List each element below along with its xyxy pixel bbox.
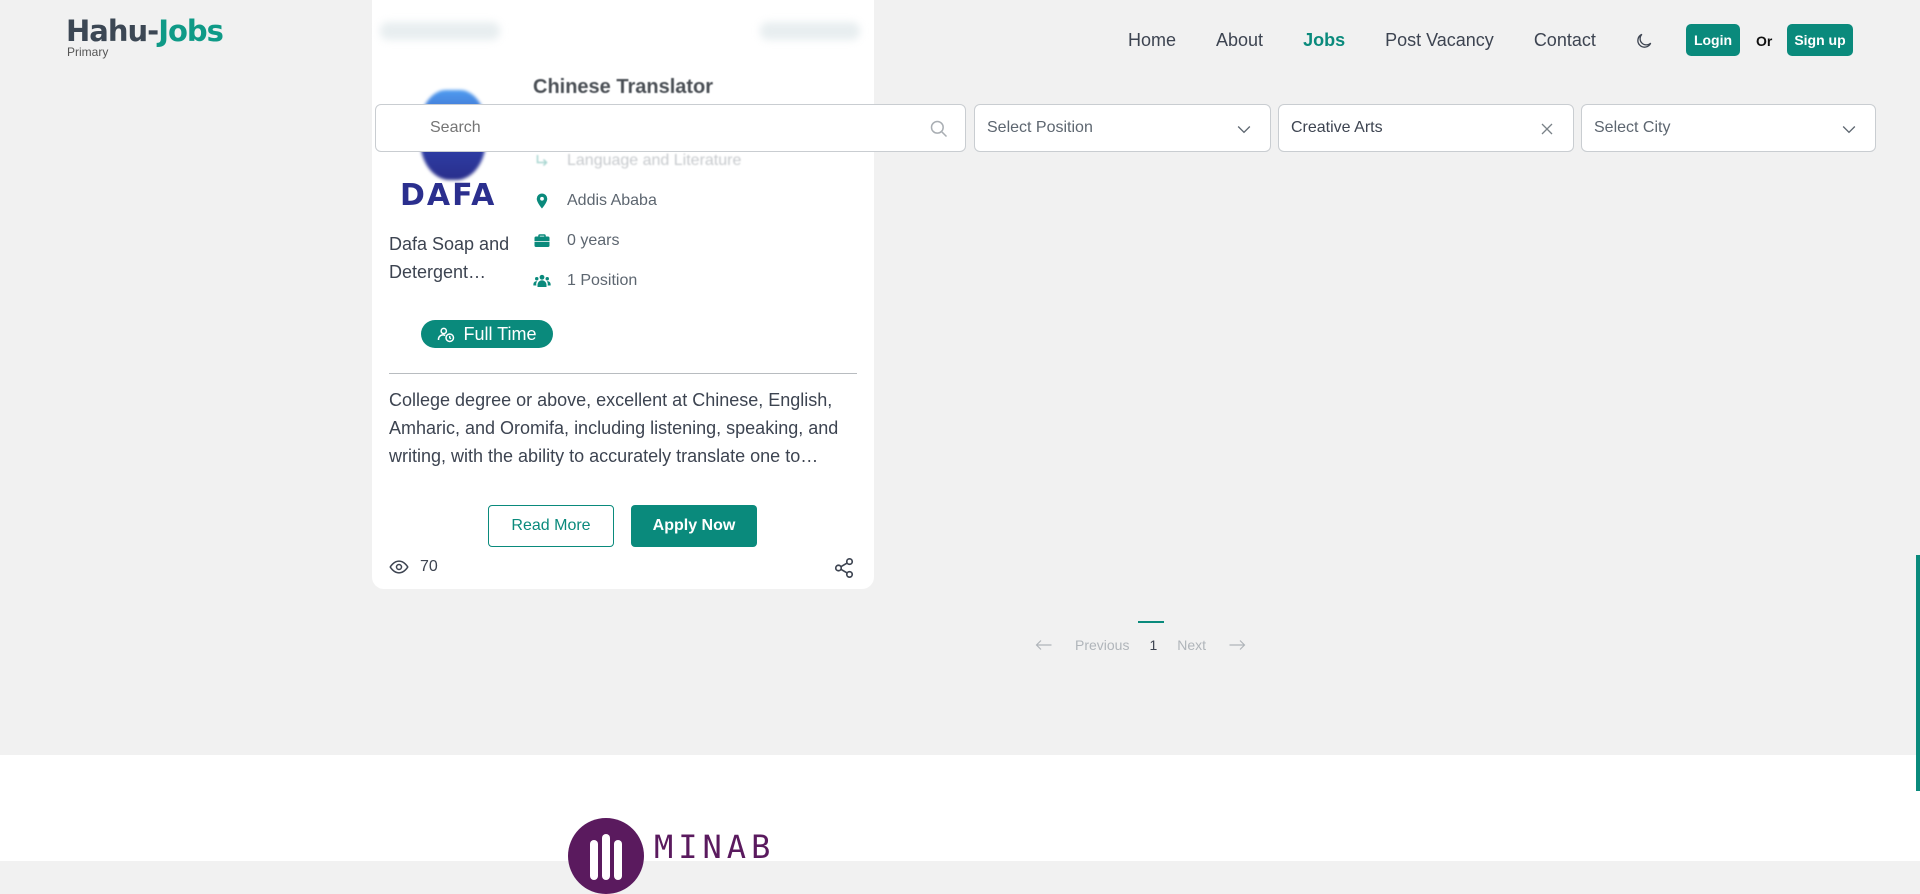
eye-icon bbox=[389, 560, 409, 574]
job-experience: 0 years bbox=[533, 232, 619, 250]
job-category-label: Language and Literature bbox=[567, 152, 742, 169]
location-icon bbox=[536, 193, 548, 209]
next-page-link[interactable]: Next bbox=[1177, 637, 1206, 653]
employment-type-label: Full Time bbox=[463, 323, 537, 344]
job-positions-label: 1 Position bbox=[567, 272, 638, 289]
search-icon[interactable] bbox=[929, 119, 949, 139]
share-icon[interactable] bbox=[833, 557, 855, 579]
arrow-right-icon[interactable] bbox=[1228, 638, 1246, 652]
category-select-value: Creative Arts bbox=[1291, 119, 1383, 136]
arrow-left-icon[interactable] bbox=[1035, 638, 1053, 652]
briefcase-icon bbox=[534, 234, 550, 247]
job-location-label: Addis Ababa bbox=[567, 192, 657, 209]
scrollbar-thumb[interactable] bbox=[1916, 555, 1920, 791]
nav-home[interactable]: Home bbox=[1128, 30, 1176, 51]
main-nav: Home About Jobs Post Vacancy Contact bbox=[1128, 30, 1636, 51]
view-count: 70 bbox=[389, 557, 438, 577]
login-button[interactable]: Login bbox=[1686, 24, 1740, 56]
minab-logo-icon bbox=[568, 818, 644, 894]
job-experience-label: 0 years bbox=[567, 232, 620, 249]
job-title[interactable]: Chinese Translator bbox=[533, 76, 713, 99]
moon-icon[interactable] bbox=[1634, 31, 1654, 51]
site-logo[interactable]: Hahu-Jobs Primary bbox=[66, 14, 224, 59]
company-logo-text: DAFA bbox=[400, 178, 497, 213]
city-select[interactable]: Select City bbox=[1581, 104, 1876, 152]
card-header-blur bbox=[380, 22, 500, 40]
company-name[interactable]: Dafa Soap and Detergent… bbox=[389, 230, 529, 286]
position-select[interactable]: Select Position bbox=[974, 104, 1271, 152]
users-icon bbox=[533, 274, 551, 287]
logo-text-hahu: Hahu bbox=[66, 14, 148, 48]
minab-logo-text: MINAB bbox=[654, 828, 776, 866]
card-divider bbox=[389, 373, 857, 374]
apply-now-button[interactable]: Apply Now bbox=[631, 505, 757, 547]
or-label: Or bbox=[1756, 33, 1773, 49]
nav-about[interactable]: About bbox=[1216, 30, 1263, 51]
job-description: College degree or above, excellent at Ch… bbox=[389, 390, 839, 466]
pagination: Previous 1 Next bbox=[1035, 621, 1246, 653]
position-select-value: Select Position bbox=[987, 119, 1093, 136]
view-count-value: 70 bbox=[420, 558, 438, 575]
card-header-blur bbox=[760, 22, 860, 40]
category-icon bbox=[536, 155, 548, 167]
nav-jobs[interactable]: Jobs bbox=[1303, 30, 1345, 51]
job-location: Addis Ababa bbox=[533, 192, 657, 210]
category-select[interactable]: Creative Arts bbox=[1278, 104, 1574, 152]
current-page[interactable]: 1 bbox=[1138, 621, 1165, 653]
search-input[interactable] bbox=[428, 118, 912, 138]
user-clock-icon bbox=[438, 327, 455, 343]
employment-type-badge: Full Time bbox=[421, 320, 553, 348]
chevron-down-icon[interactable] bbox=[1839, 119, 1859, 139]
logo-separator: - bbox=[147, 14, 159, 48]
city-select-value: Select City bbox=[1594, 119, 1671, 136]
job-category: Language and Literature bbox=[533, 152, 741, 170]
nav-contact[interactable]: Contact bbox=[1534, 30, 1596, 51]
logo-text-jobs: Jobs bbox=[158, 14, 224, 48]
chevron-down-icon[interactable] bbox=[1234, 119, 1254, 139]
previous-page-link[interactable]: Previous bbox=[1075, 637, 1129, 653]
search-field[interactable] bbox=[375, 104, 966, 152]
nav-post-vacancy[interactable]: Post Vacancy bbox=[1385, 30, 1494, 51]
footer bbox=[0, 755, 1920, 861]
close-icon[interactable] bbox=[1537, 119, 1557, 139]
signup-button[interactable]: Sign up bbox=[1787, 24, 1853, 56]
job-filter-bar: Select Position Creative Arts Select Cit… bbox=[375, 104, 1876, 152]
job-positions: 1 Position bbox=[533, 272, 637, 290]
read-more-button[interactable]: Read More bbox=[488, 505, 614, 547]
